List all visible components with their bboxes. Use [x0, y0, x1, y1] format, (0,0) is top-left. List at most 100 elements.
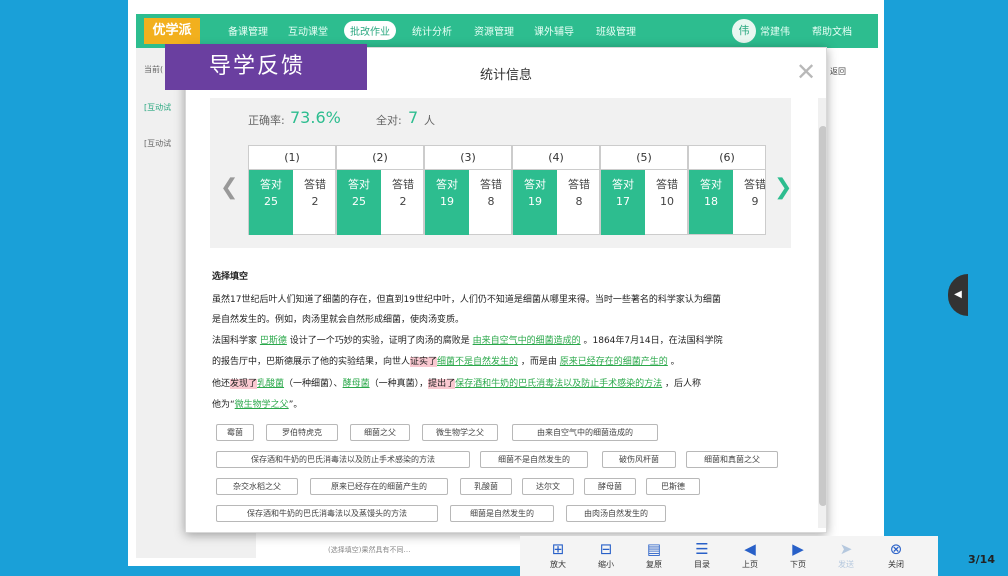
- scrollbar[interactable]: [818, 98, 826, 528]
- right-count: 答对 25: [249, 170, 293, 235]
- question-stat-6[interactable]: (6) 答对 18 答错 9: [688, 145, 766, 235]
- question-number: (3): [425, 146, 511, 170]
- paragraph-5: 他还发现了乳酸菌（一种细菌）、酵母菌（一种真菌），提出了保存酒和牛奶的巴氏消毒法…: [212, 379, 702, 389]
- option-chip[interactable]: 巴斯德: [646, 478, 700, 495]
- prev-page-button[interactable]: ◀ 上页: [732, 539, 768, 571]
- wrong-count: 答错 10: [656, 178, 678, 208]
- catalog-icon: ☰: [695, 540, 709, 558]
- paragraph-2: 是自然发生的。例如，肉汤里就会自然形成细菌，使肉汤变质。: [212, 315, 465, 325]
- paragraph-3: 法国科学家 巴斯德 设计了一个巧妙的实验，证明了肉汤的腐败是 由来自空气中的细菌…: [212, 336, 723, 346]
- close-button[interactable]: ⊗ 关闭: [878, 539, 914, 571]
- right-count: 答对 19: [425, 170, 469, 235]
- page-indicator: 3/14: [968, 553, 995, 566]
- wrong-count: 答错 9: [744, 178, 766, 208]
- all-right-value: 7: [408, 108, 419, 127]
- question-number: (6): [689, 146, 765, 170]
- chevron-left-icon[interactable]: ❮: [220, 175, 238, 200]
- right-count: 答对 17: [601, 170, 645, 235]
- zoom-out-icon: ⊟: [599, 540, 613, 558]
- accuracy-label: 正确率:: [248, 114, 285, 127]
- right-count: 答对 25: [337, 170, 381, 235]
- answer-blank[interactable]: 巴斯德: [260, 336, 287, 346]
- avatar[interactable]: 伟: [732, 19, 756, 43]
- user-name[interactable]: 常建伟: [760, 23, 790, 38]
- option-chip[interactable]: 细菌和真菌之父: [686, 451, 778, 468]
- option-chip[interactable]: 乳酸菌: [460, 478, 512, 495]
- question-stat-4[interactable]: (4) 答对 19 答错 8: [512, 145, 600, 235]
- close-circle-icon: ⊗: [889, 540, 903, 558]
- question-stat-3[interactable]: (3) 答对 19 答错 8: [424, 145, 512, 235]
- option-chip[interactable]: 罗伯特虎克: [266, 424, 338, 441]
- option-chip[interactable]: 酵母菌: [584, 478, 636, 495]
- left-item-1[interactable]: [互动试: [144, 102, 171, 113]
- answer-blank[interactable]: 乳酸菌: [257, 379, 284, 389]
- nav-item-tutoring[interactable]: 课外辅导: [534, 23, 574, 38]
- wrong-count: 答错 2: [392, 178, 414, 208]
- option-chip[interactable]: 细菌之父: [350, 424, 410, 441]
- next-page-icon: ▶: [792, 540, 804, 558]
- answer-blank[interactable]: 微生物学之父: [235, 400, 289, 410]
- option-chip[interactable]: 由来自空气中的细菌造成的: [512, 424, 658, 441]
- next-page-button[interactable]: ▶ 下页: [780, 539, 816, 571]
- option-chip[interactable]: 细菌是自然发生的: [450, 505, 554, 522]
- question-number: (2): [337, 146, 423, 170]
- restore-button[interactable]: ▤ 复原: [636, 539, 672, 571]
- nav-item-resources[interactable]: 资源管理: [474, 23, 514, 38]
- paragraph-4: 的报告厅中，巴斯德展示了他的实验结果，向世人证实了细菌不是自然发生的 ，而是由 …: [212, 357, 680, 367]
- zoom-in-button[interactable]: ⊞ 放大: [540, 539, 576, 571]
- highlight: 发现了: [230, 379, 258, 389]
- answer-blank[interactable]: 细菌不是自然发生的: [437, 357, 518, 367]
- restore-icon: ▤: [646, 540, 662, 558]
- option-chip[interactable]: 达尔文: [522, 478, 574, 495]
- option-chip[interactable]: 保存酒和牛奶的巴氏消毒法以及防止手术感染的方法: [216, 451, 470, 468]
- option-chip[interactable]: 保存酒和牛奶的巴氏消毒法以及蒸馒头的方法: [216, 505, 438, 522]
- highlight: 证实了: [410, 357, 438, 367]
- option-chip[interactable]: 杂交水稻之父: [216, 478, 298, 495]
- answer-blank[interactable]: 保存酒和牛奶的巴氏消毒法以及防止手术感染的方法: [455, 379, 662, 389]
- bottom-toolbar: ⊞ 放大 ⊟ 缩小 ▤ 复原 ☰ 目录 ◀ 上页 ▶ 下页 ➤ 发送 ⊗ 关闭: [520, 536, 938, 576]
- option-chip[interactable]: 微生物学之父: [422, 424, 498, 441]
- accuracy-value: 73.6%: [290, 108, 341, 127]
- nav-item-class-manage[interactable]: 班级管理: [596, 23, 636, 38]
- option-chip[interactable]: 原来已经存在的细菌产生的: [310, 478, 448, 495]
- answer-blank[interactable]: 原来已经存在的细菌产生的: [560, 357, 668, 367]
- nav-item-lesson-prep[interactable]: 备课管理: [228, 23, 268, 38]
- left-item-2[interactable]: [互动试: [144, 138, 171, 149]
- close-icon[interactable]: ✕: [796, 58, 816, 86]
- prev-page-icon: ◀: [744, 540, 756, 558]
- option-chip[interactable]: 破伤风杆菌: [602, 451, 676, 468]
- question-stat-1[interactable]: (1) 答对 25 答错 2: [248, 145, 336, 235]
- all-right-label: 全对:: [376, 114, 402, 127]
- send-button[interactable]: ➤ 发送: [828, 539, 864, 571]
- wrong-count: 答错 2: [304, 178, 326, 208]
- option-chip[interactable]: 由肉汤自然发生的: [566, 505, 666, 522]
- chevron-right-icon[interactable]: ❯: [774, 175, 792, 200]
- catalog-button[interactable]: ☰ 目录: [684, 539, 720, 571]
- zoom-out-button[interactable]: ⊟ 缩小: [588, 539, 624, 571]
- back-button[interactable]: 返回: [830, 66, 846, 77]
- wrong-count: 答错 8: [568, 178, 590, 208]
- nav-item-statistics[interactable]: 统计分析: [412, 23, 452, 38]
- nav-item-grade-homework[interactable]: 批改作业: [344, 21, 396, 40]
- left-item-current[interactable]: 当前(: [144, 64, 163, 75]
- question-stat-2[interactable]: (2) 答对 25 答错 2: [336, 145, 424, 235]
- question-number: (5): [601, 146, 687, 170]
- question-stat-5[interactable]: (5) 答对 17 答错 10: [600, 145, 688, 235]
- answer-blank[interactable]: 酵母菌: [343, 379, 370, 389]
- scroll-thumb[interactable]: [819, 126, 826, 506]
- option-chip[interactable]: 霉菌: [216, 424, 254, 441]
- paragraph-1: 虽然17世纪后叶人们知道了细菌的存在，但直到19世纪中叶，人们仍不知道是细菌从哪…: [212, 295, 721, 305]
- nav-item-interactive-class[interactable]: 互动课堂: [288, 23, 328, 38]
- answer-blank[interactable]: 由来自空气中的细菌造成的: [473, 336, 581, 346]
- option-chip[interactable]: 细菌不是自然发生的: [480, 451, 588, 468]
- question-number: (1): [249, 146, 335, 170]
- send-icon: ➤: [839, 540, 853, 558]
- highlight: 提出了: [428, 379, 456, 389]
- wrong-count: 答错 8: [480, 178, 502, 208]
- side-panel-toggle[interactable]: ◀: [948, 274, 968, 316]
- all-right-unit: 人: [424, 114, 435, 127]
- paragraph-6: 他为“微生物学之父”。: [212, 400, 303, 410]
- help-link[interactable]: 帮助文档: [812, 23, 852, 38]
- app-logo: 优学派: [144, 18, 200, 44]
- statistics-dialog: 统计信息 ✕ 正确率: 73.6% 全对: 7 人 ❮ ❯ (1) 答对 25 答…: [185, 47, 827, 533]
